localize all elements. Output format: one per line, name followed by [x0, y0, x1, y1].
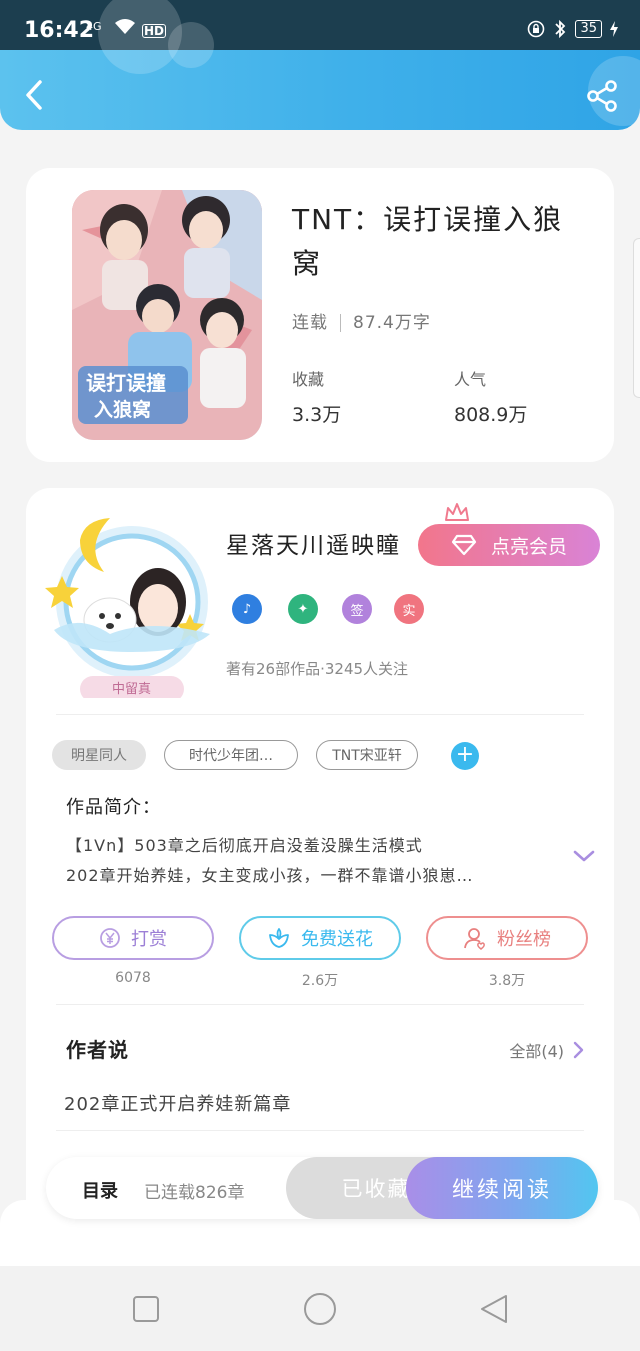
edge-scroll-handle[interactable]	[633, 238, 640, 398]
badge-signed: 签	[350, 603, 364, 619]
author-say-text[interactable]: 202章正式开启养娃新篇章	[64, 1090, 291, 1116]
honor-badge: ✦	[288, 594, 318, 624]
crown-icon	[445, 503, 469, 521]
bluetooth-icon	[555, 19, 566, 39]
meta-divider	[340, 314, 341, 332]
book-title: TNT：误打误撞入狼窝	[292, 203, 564, 280]
back-triangle-icon[interactable]	[478, 1293, 510, 1325]
fan-ranking-label: 粉丝榜	[497, 929, 551, 950]
decor-bubble	[168, 22, 214, 68]
chevron-right-icon	[573, 1041, 584, 1059]
tag-celebrity-fanfic[interactable]: 明星同人	[52, 740, 146, 770]
add-tag-button[interactable]: +	[451, 742, 479, 770]
author-stats: 著有26部作品·3245人关注	[226, 660, 409, 678]
reward-label: 打赏	[131, 929, 167, 950]
signed-badge: 签	[342, 594, 372, 624]
charging-icon	[610, 21, 618, 37]
favorites-value: 3.3万	[292, 404, 342, 426]
tag-tnt-group[interactable]: 时代少年团…	[164, 740, 298, 770]
hd-badge: HD	[142, 24, 167, 38]
badge-honor-icon: ✦	[297, 601, 309, 617]
lock-rotation-icon	[528, 20, 545, 38]
divider	[56, 1130, 584, 1131]
share-icon[interactable]	[584, 78, 620, 114]
chevron-down-icon[interactable]	[572, 848, 596, 864]
home-icon[interactable]	[302, 1291, 338, 1327]
back-arrow-icon[interactable]	[18, 78, 52, 112]
cover-subtitle-text: 入狼窝	[94, 398, 151, 421]
book-info-card: 误打误撞 入狼窝 TNT：误打误撞入狼窝 连载 87.4万字 收藏 3.3万 人气…	[26, 168, 614, 462]
author-avatar[interactable]: 中留真	[40, 502, 224, 702]
free-flower-label: 免费送花	[301, 929, 373, 950]
author-card: 中留真 星落天川遥映瞳 点亮会员 ♪ ✦ 签 实 著有26部作品·3245人关注…	[26, 488, 614, 1248]
flower-count: 2.6万	[301, 973, 339, 989]
network-type: 4G	[86, 20, 102, 33]
diamond-icon	[451, 534, 477, 556]
badge-verified: 实	[402, 603, 416, 619]
recent-apps-icon[interactable]	[132, 1295, 160, 1323]
fan-user-icon	[464, 928, 485, 950]
system-nav-bar	[0, 1266, 640, 1351]
author-say-all-link[interactable]: 全部(4)	[509, 1038, 584, 1062]
verified-badge: 实	[394, 594, 424, 624]
book-status: 连载	[292, 313, 328, 333]
intro-line-2: 202章开始养娃，女主变成小孩，一群不靠谱小狼崽…	[66, 866, 474, 885]
battery-indicator: 35	[575, 20, 602, 38]
intro-line-1: 【1Vn】503章之后彻底开启没羞没臊生活模式	[66, 836, 423, 855]
author-say-title: 作者说	[66, 1038, 129, 1062]
fan-ranking-button[interactable]: 粉丝榜	[426, 916, 588, 960]
divider	[56, 714, 584, 715]
vip-label: 点亮会员	[490, 535, 567, 558]
wifi-icon	[115, 19, 135, 34]
popularity-label: 人气	[454, 370, 487, 389]
music-badge: ♪	[232, 594, 262, 624]
toc-chapter-count[interactable]: 已连载826章	[144, 1178, 244, 1203]
flower-icon	[269, 928, 289, 948]
book-meta: 连载 87.4万字	[292, 308, 431, 333]
author-say-all-label: 全部(4)	[509, 1042, 564, 1061]
status-right: 35	[527, 19, 618, 39]
bottom-action-bar: 目录 已连载826章 已收藏 继续阅读	[46, 1157, 598, 1219]
free-flower-button[interactable]: 免费送花	[239, 916, 401, 960]
popularity-value: 808.9万	[454, 404, 528, 426]
cover-title-text: 误打误撞	[86, 371, 166, 395]
continue-reading-button[interactable]: 继续阅读	[406, 1157, 598, 1219]
header-bar: 16:42 4G HD 35	[0, 0, 640, 130]
author-name[interactable]: 星落天川遥映瞳	[226, 526, 401, 560]
favorites-label: 收藏	[292, 370, 325, 389]
toc-label[interactable]: 目录	[82, 1177, 118, 1203]
avatar-tag: 中留真	[112, 682, 152, 697]
tag-song-yaxuan[interactable]: TNT宋亚轩	[316, 740, 418, 770]
divider	[56, 1004, 584, 1005]
book-cover-image[interactable]: 误打误撞 入狼窝	[72, 190, 262, 440]
cover-illustration: 误打误撞 入狼窝	[72, 190, 262, 440]
yen-coin-icon	[100, 928, 120, 948]
badge-music-icon: ♪	[242, 601, 252, 617]
status-time: 16:42	[24, 18, 95, 43]
reward-count: 6078	[115, 970, 151, 986]
intro-title: 作品简介：	[66, 797, 161, 818]
fan-count: 3.8万	[488, 973, 526, 989]
light-up-vip-button[interactable]: 点亮会员	[418, 524, 600, 566]
book-word-count: 87.4万字	[353, 313, 431, 333]
reward-button[interactable]: 打赏	[52, 916, 214, 960]
